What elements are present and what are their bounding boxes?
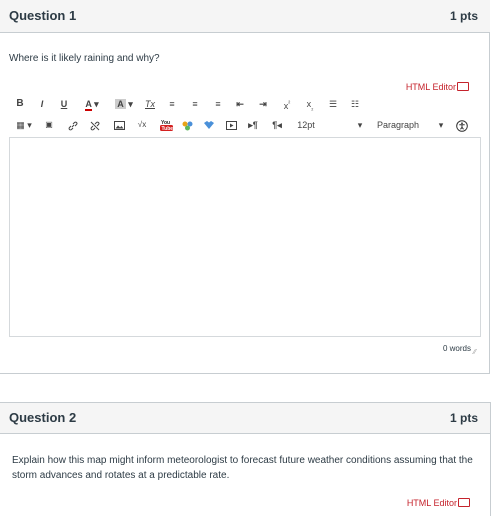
font-size-select[interactable]: 12pt xyxy=(293,117,319,133)
ltr-icon[interactable]: ▸¶ xyxy=(247,117,259,133)
subscript-icon[interactable]: x₂ xyxy=(303,96,317,112)
svg-text:Tube: Tube xyxy=(161,126,173,132)
underline-icon[interactable]: U xyxy=(59,96,69,112)
table-icon[interactable]: ▦ ▾ xyxy=(13,117,35,133)
apps-icon[interactable] xyxy=(181,117,193,133)
numbered-list-icon[interactable]: ☷ xyxy=(349,96,361,112)
equation-icon[interactable]: √x xyxy=(135,117,149,133)
html-editor-link[interactable]: HTML Editor xyxy=(406,82,469,92)
youtube-icon[interactable]: You Tube xyxy=(159,117,173,133)
clear-formatting-icon[interactable]: Tx xyxy=(143,96,157,112)
editor-toolbar-row-2: ▦ ▾ ▣ √x You Tube ▸¶ ¶◂ 12pt ▾ Paragraph … xyxy=(9,117,479,135)
media-icon[interactable]: ▣ xyxy=(43,117,55,133)
keyboard-icon xyxy=(458,498,470,508)
video-icon[interactable] xyxy=(225,117,237,133)
html-editor-link-2[interactable]: HTML Editor xyxy=(407,498,470,508)
resize-grip-icon[interactable]: ⁄⁄ xyxy=(474,349,476,356)
image-icon[interactable] xyxy=(113,117,125,133)
background-color-icon[interactable]: A ▾ xyxy=(113,96,135,112)
question-1-header: Question 1 1 pts xyxy=(0,0,490,33)
italic-icon[interactable]: I xyxy=(37,96,47,112)
question-2-header: Question 2 1 pts xyxy=(0,402,490,434)
html-editor-label: HTML Editor xyxy=(405,82,456,92)
question-2-points: 1 pts xyxy=(449,411,478,425)
question-1-card: Question 1 1 pts Where is it likely rain… xyxy=(0,0,490,374)
bullet-list-icon[interactable]: ☰ xyxy=(327,96,339,112)
word-count: 0 words xyxy=(442,344,471,353)
text-color-icon[interactable]: A ▾ xyxy=(81,96,103,112)
align-left-icon[interactable]: ≡ xyxy=(167,96,177,112)
editor-toolbar-row-1: B I U A ▾ A ▾ Tx ≡ ≡ ≡ ⇤ ⇥ x² x₂ ☰ ☷ xyxy=(9,96,479,114)
indent-icon[interactable]: ⇥ xyxy=(258,96,268,112)
html-editor-label-2: HTML Editor xyxy=(406,498,457,508)
accessibility-icon[interactable] xyxy=(455,117,469,133)
question-2-title: Question 2 xyxy=(9,410,77,425)
question-1-title: Question 1 xyxy=(9,8,77,23)
dropbox-icon[interactable] xyxy=(203,117,215,133)
question-1-points: 1 pts xyxy=(449,9,478,23)
rich-text-editor-area[interactable] xyxy=(9,137,481,337)
bold-icon[interactable]: B xyxy=(15,96,25,112)
rtl-icon[interactable]: ¶◂ xyxy=(271,117,283,133)
question-2-card: Question 2 1 pts Explain how this map mi… xyxy=(0,402,491,516)
question-2-text: Explain how this map might inform meteor… xyxy=(12,455,473,481)
question-1-text: Where is it likely raining and why? xyxy=(9,53,160,64)
paragraph-select[interactable]: Paragraph xyxy=(373,117,423,133)
unlink-icon[interactable] xyxy=(89,117,101,133)
outdent-icon[interactable]: ⇤ xyxy=(235,96,245,112)
superscript-icon[interactable]: x² xyxy=(280,96,294,112)
font-size-dropdown-icon[interactable]: ▾ xyxy=(356,117,364,133)
link-icon[interactable] xyxy=(67,117,79,133)
keyboard-icon xyxy=(457,82,469,92)
align-center-icon[interactable]: ≡ xyxy=(190,96,200,112)
align-right-icon[interactable]: ≡ xyxy=(213,96,223,112)
paragraph-dropdown-icon[interactable]: ▾ xyxy=(437,117,445,133)
